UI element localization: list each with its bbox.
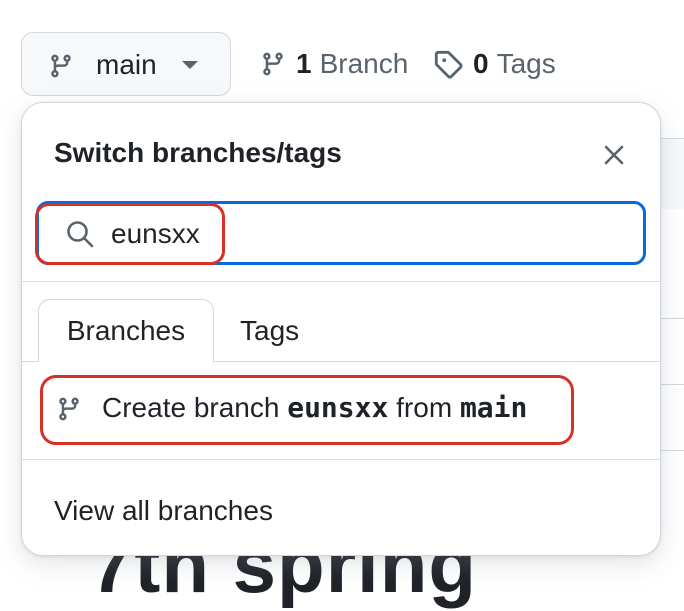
background-divider bbox=[660, 384, 684, 385]
close-button[interactable] bbox=[600, 141, 628, 169]
branch-count: 1 bbox=[296, 48, 312, 79]
popover-title: Switch branches/tags bbox=[54, 137, 342, 168]
branch-selector-label: main bbox=[96, 49, 157, 80]
background-divider bbox=[660, 318, 684, 319]
divider bbox=[22, 281, 660, 282]
branch-selector-button[interactable]: main bbox=[21, 32, 231, 96]
tag-count-label: Tags bbox=[496, 48, 556, 79]
create-branch-middle: from bbox=[388, 392, 460, 423]
close-icon bbox=[600, 141, 628, 169]
tag-icon bbox=[433, 49, 463, 79]
git-branch-icon bbox=[56, 395, 82, 423]
tab-tags[interactable]: Tags bbox=[240, 315, 299, 347]
tag-count-link[interactable]: 0 Tags bbox=[433, 48, 556, 80]
tab-branches[interactable]: Branches bbox=[38, 299, 214, 362]
tag-count: 0 bbox=[473, 48, 489, 79]
caret-down-icon bbox=[182, 61, 198, 69]
divider bbox=[22, 459, 660, 460]
branch-search-input[interactable]: eunsxx bbox=[36, 201, 646, 265]
create-branch-source: main bbox=[459, 391, 528, 424]
branch-switcher-popover: Switch branches/tags eunsxx Branches Tag… bbox=[21, 102, 661, 556]
branch-count-link[interactable]: 1 Branch bbox=[260, 48, 408, 80]
create-branch-name: eunsxx bbox=[287, 391, 389, 424]
git-branch-icon bbox=[260, 50, 286, 78]
branch-count-label: Branch bbox=[319, 48, 409, 79]
search-input-value: eunsxx bbox=[111, 218, 200, 249]
create-branch-prefix: Create branch bbox=[102, 392, 288, 423]
create-branch-item[interactable]: Create branch eunsxx from main bbox=[40, 375, 570, 439]
create-branch-text: Create branch eunsxx from main bbox=[102, 391, 527, 424]
view-all-branches-link[interactable]: View all branches bbox=[54, 495, 273, 527]
git-branch-icon bbox=[48, 52, 74, 80]
background-panel-edge bbox=[660, 138, 684, 209]
background-divider bbox=[660, 450, 684, 451]
search-icon bbox=[65, 219, 95, 249]
